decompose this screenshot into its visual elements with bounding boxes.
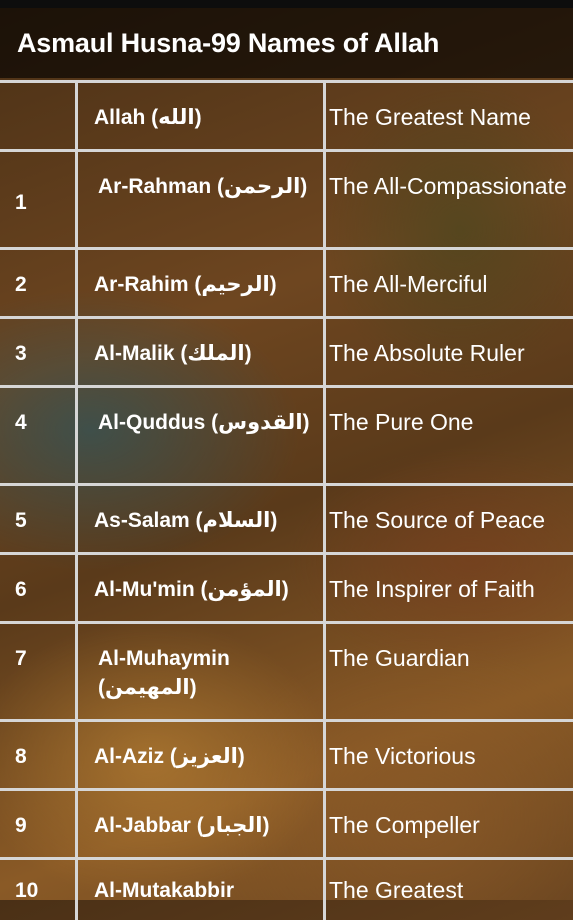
row-meaning: The Victorious [323, 722, 573, 788]
row-name: Al-Quddus (القدوس) [75, 388, 323, 483]
row-name: Ar-Rahman (الرحمن) [75, 152, 323, 247]
row-number: 6 [15, 578, 27, 601]
table-row[interactable]: 2 Ar-Rahim (الرحيم) The All-Merciful [0, 250, 573, 319]
row-meaning: The All-Merciful [323, 250, 573, 316]
row-number [0, 83, 75, 149]
row-meaning: The Compeller [323, 791, 573, 857]
table-row[interactable]: 3 Al-Malik (الملك) The Absolute Ruler [0, 319, 573, 388]
table-row[interactable]: 10 Al-Mutakabbir The Greatest [0, 860, 573, 920]
app-bar: Asmaul Husna-99 Names of Allah [0, 8, 573, 78]
row-number: 5 [15, 509, 27, 532]
row-number: 8 [15, 745, 27, 768]
table-row[interactable]: 6 Al-Mu'min (المؤمن) The Inspirer of Fai… [0, 555, 573, 624]
row-meaning: The Source of Peace [323, 486, 573, 552]
table-row[interactable]: 9 Al-Jabbar (الجبار) The Compeller [0, 791, 573, 860]
row-number: 10 [15, 879, 39, 902]
row-meaning: The Greatest [323, 860, 573, 920]
row-number: 4 [15, 411, 27, 434]
row-name: Al-Jabbar (الجبار) [75, 791, 323, 857]
row-number: 3 [15, 342, 27, 365]
names-table: Allah (الله) The Greatest Name 1 Ar-Rahm… [0, 80, 573, 920]
app-title: Asmaul Husna-99 Names of Allah [17, 27, 440, 58]
table-row[interactable]: 4 Al-Quddus (القدوس) The Pure One [0, 388, 573, 486]
row-name: Al-Mu'min (المؤمن) [75, 555, 323, 621]
table-row[interactable]: 5 As-Salam (السلام) The Source of Peace [0, 486, 573, 555]
row-number: 9 [15, 814, 27, 837]
table-row[interactable]: 1 Ar-Rahman (الرحمن) The All-Compassiona… [0, 152, 573, 250]
row-name: Al-Aziz (العزيز) [75, 722, 323, 788]
table-row[interactable]: 7 Al-Muhaymin (المهيمن) The Guardian [0, 624, 573, 722]
row-name: Allah (الله) [75, 83, 323, 149]
row-name: Ar-Rahim (الرحيم) [75, 250, 323, 316]
row-meaning: The Pure One [323, 388, 573, 483]
table-row[interactable]: 8 Al-Aziz (العزيز) The Victorious [0, 722, 573, 791]
row-name: Al-Muhaymin (المهيمن) [75, 624, 323, 719]
table-row[interactable]: Allah (الله) The Greatest Name [0, 80, 573, 152]
status-bar [0, 0, 573, 8]
row-meaning: The Inspirer of Faith [323, 555, 573, 621]
row-meaning: The Guardian [323, 624, 573, 719]
row-meaning: The Absolute Ruler [323, 319, 573, 385]
row-name: Al-Mutakabbir [75, 860, 323, 920]
row-number: 1 [15, 191, 27, 214]
row-meaning: The All-Compassionate [323, 152, 573, 247]
row-name: As-Salam (السلام) [75, 486, 323, 552]
row-number: 7 [15, 647, 27, 670]
row-meaning: The Greatest Name [323, 83, 573, 149]
row-name: Al-Malik (الملك) [75, 319, 323, 385]
row-number: 2 [15, 273, 27, 296]
